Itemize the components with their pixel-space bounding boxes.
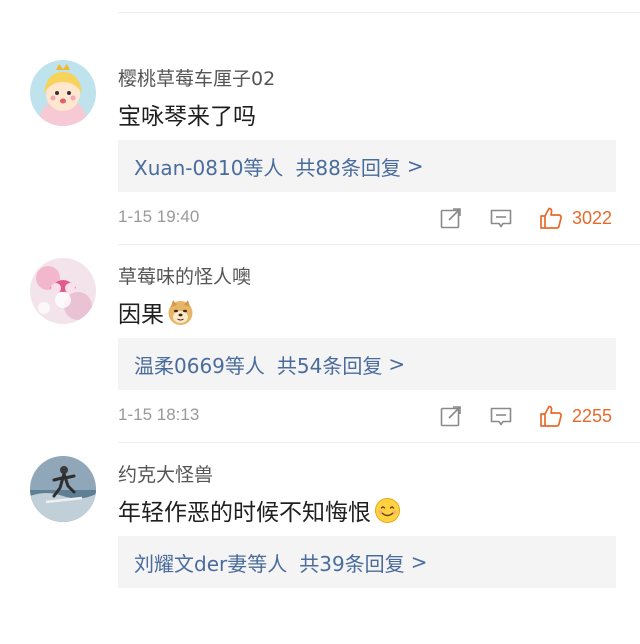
like-count: 3022 xyxy=(572,207,613,228)
comment-text-body: 因果 xyxy=(118,302,164,328)
timestamp: 1-15 19:40 xyxy=(118,207,200,226)
share-icon[interactable] xyxy=(438,205,464,231)
reply-names: 温柔0669等人 xyxy=(134,353,265,378)
comment-item: 樱桃草莓车厘子02 宝咏琴来了吗 Xuan-0810等人 共88条回复 > 1-… xyxy=(0,48,640,248)
share-icon[interactable] xyxy=(438,403,464,429)
top-divider xyxy=(118,12,640,13)
comment-text: 宝咏琴来了吗 xyxy=(118,97,256,131)
username[interactable]: 约克大怪兽 xyxy=(118,460,213,487)
doge-emoji-icon xyxy=(167,299,194,326)
smile-emoji-icon xyxy=(374,497,401,524)
divider xyxy=(118,244,640,245)
timestamp: 1-15 18:13 xyxy=(118,405,200,424)
replies-preview[interactable]: 刘耀文der妻等人 共39条回复 > xyxy=(118,536,616,588)
chevron-right-icon: > xyxy=(406,154,424,178)
replies-preview[interactable]: Xuan-0810等人 共88条回复 > xyxy=(118,140,616,192)
chevron-right-icon: > xyxy=(388,352,406,376)
like-button[interactable]: 3022 xyxy=(538,203,612,233)
divider xyxy=(118,442,640,443)
username[interactable]: 樱桃草莓车厘子02 xyxy=(118,64,275,91)
comment-text-body: 年轻作恶的时候不知悔恨 xyxy=(118,500,371,526)
avatar[interactable] xyxy=(30,258,96,324)
comment-meta: 1-15 19:40 3022 xyxy=(118,203,616,233)
like-count: 2255 xyxy=(572,405,613,426)
comment-item: 草莓味的怪人噢 因果 温柔0669等人 共54条回复 > 1-15 18:13 xyxy=(0,246,640,446)
reply-count: 共88条回复 xyxy=(295,155,401,180)
reply-count: 共39条回复 xyxy=(299,551,405,576)
reply-names: 刘耀文der妻等人 xyxy=(134,551,288,576)
avatar[interactable] xyxy=(30,456,96,522)
comment-item: 约克大怪兽 年轻作恶的时候不知悔恨 刘耀文der妻等人 共39条回复 > xyxy=(0,444,640,644)
comment-icon[interactable] xyxy=(488,403,514,429)
username[interactable]: 草莓味的怪人噢 xyxy=(118,262,251,289)
thumbs-up-icon xyxy=(540,405,562,427)
comment-meta: 1-15 18:13 2255 xyxy=(118,401,616,431)
thumbs-up-icon xyxy=(540,207,562,229)
reply-names: Xuan-0810等人 xyxy=(134,155,284,180)
comment-text-body: 宝咏琴来了吗 xyxy=(118,104,256,130)
chevron-right-icon: > xyxy=(410,550,428,574)
like-button[interactable]: 2255 xyxy=(538,401,612,431)
comment-text: 年轻作恶的时候不知悔恨 xyxy=(118,493,401,527)
comment-icon[interactable] xyxy=(488,205,514,231)
replies-preview[interactable]: 温柔0669等人 共54条回复 > xyxy=(118,338,616,390)
comment-text: 因果 xyxy=(118,295,194,329)
avatar[interactable] xyxy=(30,60,96,126)
reply-count: 共54条回复 xyxy=(276,353,383,378)
